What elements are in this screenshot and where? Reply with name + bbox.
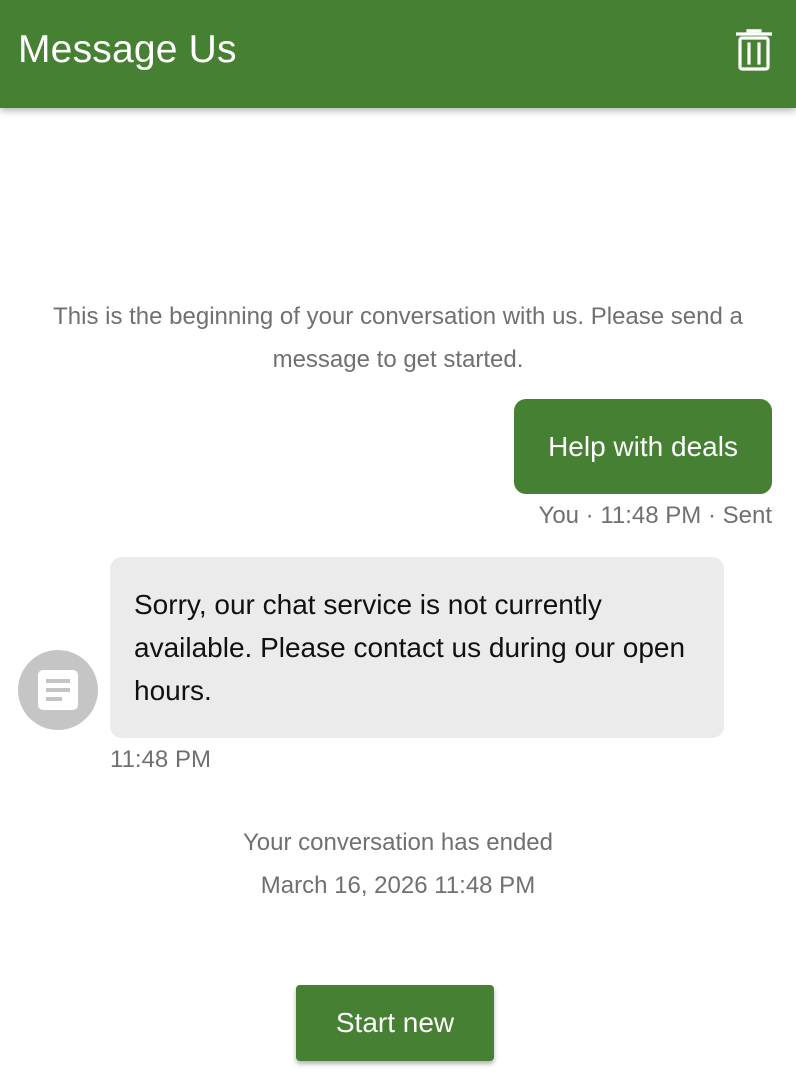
header-bar: Message Us	[0, 0, 796, 108]
document-icon	[38, 670, 78, 710]
conversation-ended-timestamp: March 16, 2026 11:48 PM	[260, 872, 536, 899]
agent-avatar	[18, 650, 98, 730]
conversation-ended-status: Your conversation has ended	[242, 829, 553, 856]
page-title: Message Us	[18, 28, 237, 71]
agent-message-time: 11:48 PM	[110, 746, 211, 773]
user-message-meta: You · 11:48 PM · Sent	[538, 502, 772, 529]
delete-conversation-button[interactable]	[726, 22, 782, 78]
agent-message-text: Sorry, our chat service is not currently…	[134, 589, 686, 706]
agent-message-bubble: Sorry, our chat service is not currently…	[110, 557, 724, 738]
conversation-intro-text: This is the beginning of your conversati…	[53, 303, 743, 373]
chat-page: Message Us This is the beginning of your…	[0, 0, 796, 1086]
conversation-ended-notice: Your conversation has ended March 16, 20…	[0, 821, 796, 907]
start-new-button[interactable]: Start new	[296, 985, 494, 1061]
user-message-text: Help with deals	[548, 430, 738, 462]
trash-icon	[736, 29, 772, 71]
user-message-bubble: Help with deals	[514, 399, 772, 494]
